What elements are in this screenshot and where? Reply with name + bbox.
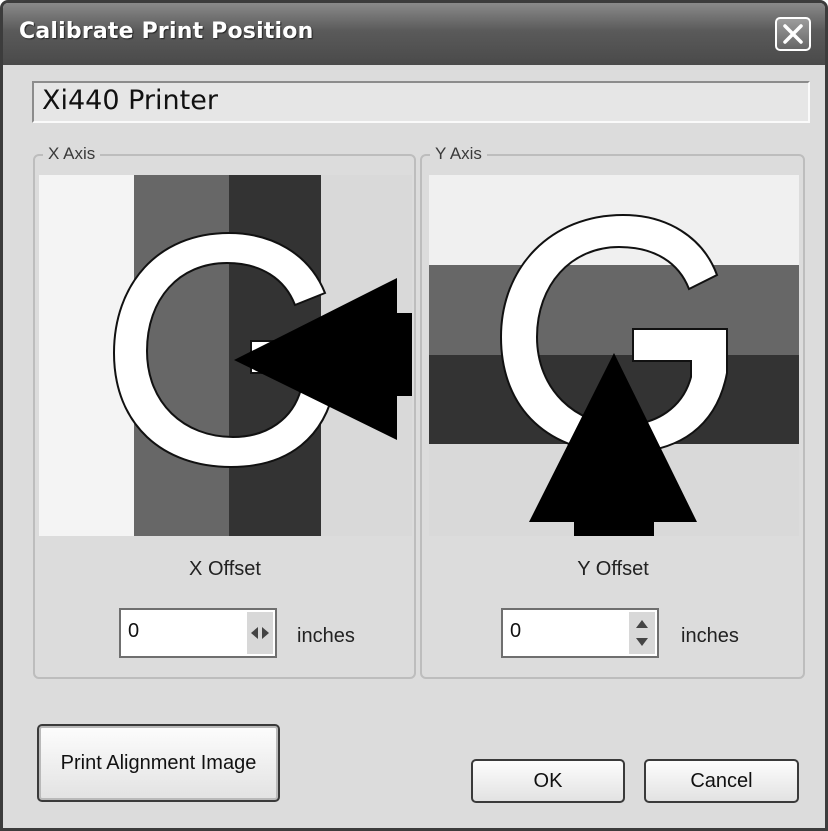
y-offset-units: inches bbox=[681, 625, 739, 647]
print-alignment-image-button[interactable]: Print Alignment Image bbox=[37, 724, 280, 802]
y-offset-spinner[interactable] bbox=[629, 612, 655, 654]
x-band-mid bbox=[134, 175, 229, 536]
x-offset-spinner[interactable] bbox=[247, 612, 273, 654]
window-title: Calibrate Print Position bbox=[19, 19, 314, 44]
left-right-arrows-icon bbox=[251, 627, 269, 639]
close-button[interactable] bbox=[775, 17, 811, 51]
x-axis-alignment-image bbox=[39, 175, 412, 536]
y-band-mid bbox=[429, 265, 799, 355]
y-axis-alignment-image bbox=[429, 175, 799, 536]
x-offset-input[interactable]: 0 bbox=[119, 608, 277, 658]
y-axis-group-label: Y Axis bbox=[430, 144, 487, 164]
printer-name-field: Xi440 Printer bbox=[32, 81, 810, 123]
up-down-arrows-icon bbox=[636, 620, 648, 646]
title-bar[interactable]: Calibrate Print Position bbox=[3, 3, 825, 65]
y-offset-label: Y Offset bbox=[577, 558, 649, 580]
y-offset-value: 0 bbox=[510, 620, 522, 642]
x-offset-units: inches bbox=[297, 625, 355, 647]
y-offset-input[interactable]: 0 bbox=[501, 608, 659, 658]
calibrate-dialog: Calibrate Print Position Xi440 Printer X… bbox=[0, 0, 828, 831]
x-axis-group-label: X Axis bbox=[43, 144, 101, 164]
x-offset-label: X Offset bbox=[189, 558, 261, 580]
close-icon bbox=[783, 24, 803, 44]
dialog-body: Xi440 Printer X Axis X Offset 0 inches Y… bbox=[3, 65, 825, 828]
ok-button[interactable]: OK bbox=[471, 759, 625, 803]
cancel-button[interactable]: Cancel bbox=[644, 759, 799, 803]
x-offset-value: 0 bbox=[128, 620, 140, 642]
